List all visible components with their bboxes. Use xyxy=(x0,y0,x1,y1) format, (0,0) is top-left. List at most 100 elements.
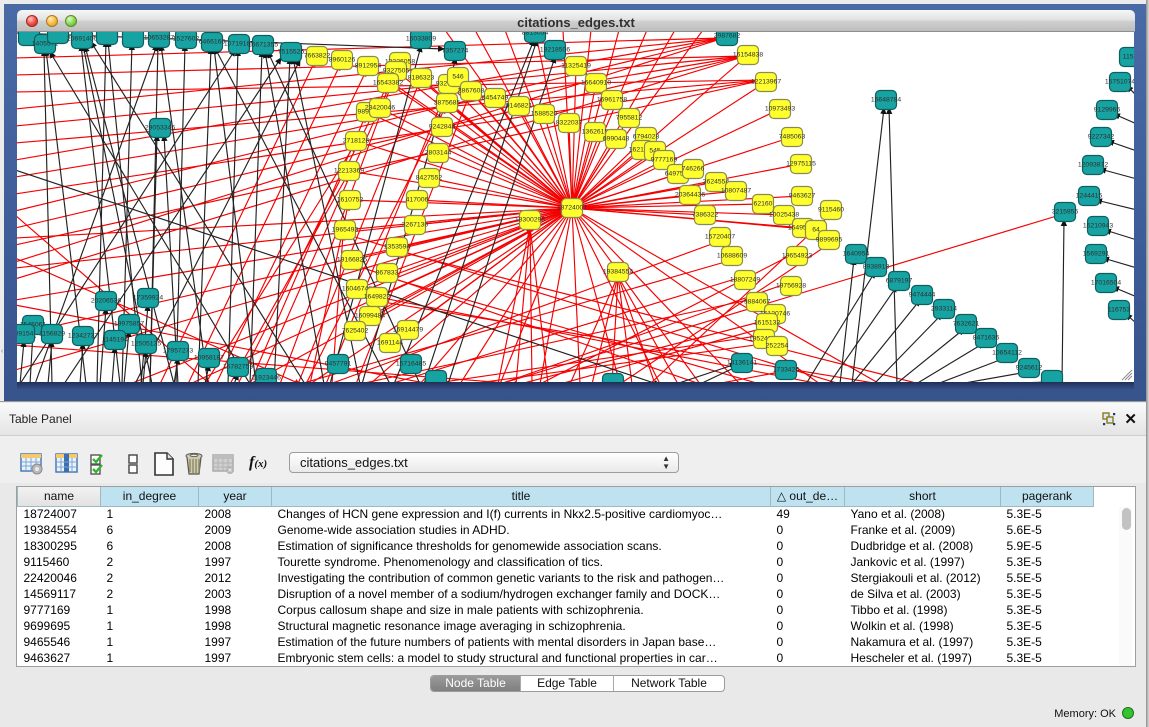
svg-text:16961758: 16961758 xyxy=(597,97,627,104)
svg-text:7663822: 7663822 xyxy=(304,53,331,60)
svg-text:7632621: 7632621 xyxy=(953,321,980,328)
svg-text:1145194: 1145194 xyxy=(102,337,128,344)
svg-text:12975115: 12975115 xyxy=(786,161,816,168)
svg-text:10958187: 10958187 xyxy=(194,355,224,362)
svg-text:14136141: 14136141 xyxy=(727,360,757,367)
svg-text:8471636: 8471636 xyxy=(973,335,1000,342)
svg-text:9899695: 9899695 xyxy=(816,237,843,244)
svg-text:9242848: 9242848 xyxy=(429,124,456,131)
svg-text:23420046: 23420046 xyxy=(365,105,395,112)
svg-text:16782759: 16782759 xyxy=(223,364,253,371)
svg-text:12342737: 12342737 xyxy=(68,333,98,340)
svg-text:19218506: 19218506 xyxy=(540,47,570,54)
svg-text:546: 546 xyxy=(452,74,464,81)
svg-text:1733426: 1733426 xyxy=(773,367,800,374)
svg-text:16671355: 16671355 xyxy=(248,42,278,49)
svg-text:10653287: 10653287 xyxy=(144,35,174,42)
svg-text:7357274: 7357274 xyxy=(442,48,469,55)
svg-text:10973493: 10973493 xyxy=(765,106,795,113)
svg-text:3267130: 3267130 xyxy=(402,222,429,229)
svg-text:1353594: 1353594 xyxy=(384,244,411,251)
svg-text:2933114: 2933114 xyxy=(931,306,957,313)
svg-text:867833: 867833 xyxy=(376,270,399,277)
svg-text:6879197: 6879197 xyxy=(886,278,913,285)
svg-text:9227342: 9227342 xyxy=(1088,134,1115,141)
svg-text:19384554: 19384554 xyxy=(603,269,633,276)
svg-text:10807487: 10807487 xyxy=(721,188,751,195)
svg-text:10654112: 10654112 xyxy=(992,350,1022,357)
svg-text:39154: 39154 xyxy=(17,331,34,338)
svg-text:17016504: 17016504 xyxy=(1091,280,1121,287)
svg-text:8322037: 8322037 xyxy=(556,120,583,127)
svg-text:2867608: 2867608 xyxy=(458,88,485,95)
svg-text:1244415: 1244415 xyxy=(1076,193,1103,200)
svg-text:16640910: 16640910 xyxy=(581,80,611,87)
svg-text:9115460: 9115460 xyxy=(818,207,844,214)
svg-text:7515526: 7515526 xyxy=(278,49,305,56)
svg-text:15751074: 15751074 xyxy=(1105,79,1134,86)
svg-text:29053346: 29053346 xyxy=(145,125,175,132)
svg-text:1691144: 1691144 xyxy=(377,340,403,347)
svg-text:6466160: 6466160 xyxy=(199,39,226,46)
svg-text:2718126: 2718126 xyxy=(343,138,370,145)
svg-text:9474444: 9474444 xyxy=(909,292,936,299)
svg-text:8186323: 8186323 xyxy=(408,75,435,82)
svg-text:746266: 746266 xyxy=(682,166,705,173)
svg-text:16154838: 16154838 xyxy=(733,52,763,59)
svg-text:1527602: 1527602 xyxy=(173,36,200,43)
svg-text:12213369: 12213369 xyxy=(334,168,364,175)
svg-text:1569291: 1569291 xyxy=(1083,251,1110,258)
svg-text:16648784: 16648784 xyxy=(871,97,901,104)
svg-text:10688609: 10688609 xyxy=(717,253,747,260)
svg-text:1649822: 1649822 xyxy=(364,294,391,301)
svg-text:7625402: 7625402 xyxy=(342,328,369,335)
svg-text:116753: 116753 xyxy=(1108,307,1130,314)
svg-text:18300295: 18300295 xyxy=(515,217,545,224)
svg-text:15716485: 15716485 xyxy=(396,361,426,368)
svg-text:1965493: 1965493 xyxy=(332,227,359,234)
svg-text:1615132: 1615132 xyxy=(754,320,781,327)
svg-text:11325419: 11325419 xyxy=(561,63,591,70)
svg-text:7386322: 7386322 xyxy=(692,212,719,219)
svg-text:9457791: 9457791 xyxy=(325,361,352,368)
svg-text:17359924: 17359924 xyxy=(133,295,163,302)
svg-text:18807249: 18807249 xyxy=(730,277,760,284)
svg-text:19166825: 19166825 xyxy=(337,257,367,264)
svg-text:20691406: 20691406 xyxy=(67,36,97,43)
svg-text:16099484: 16099484 xyxy=(355,313,385,320)
svg-text:16210943: 16210943 xyxy=(1083,223,1113,230)
svg-text:19975857: 19975857 xyxy=(114,321,144,328)
svg-text:11923446: 11923446 xyxy=(251,375,281,382)
svg-text:1640954: 1640954 xyxy=(843,251,870,258)
svg-text:417006: 417006 xyxy=(406,197,429,204)
svg-text:12213967: 12213967 xyxy=(751,79,781,86)
svg-text:9777169: 9777169 xyxy=(651,157,678,164)
svg-text:1610752: 1610752 xyxy=(337,197,364,204)
svg-text:6794028: 6794028 xyxy=(633,134,660,141)
svg-text:16914479: 16914479 xyxy=(393,327,423,334)
svg-text:19756928: 19756928 xyxy=(776,283,806,290)
svg-text:9463627: 9463627 xyxy=(789,193,816,200)
svg-text:6990448: 6990448 xyxy=(603,136,630,143)
svg-text:20364436: 20364436 xyxy=(675,192,705,199)
svg-text:1151: 1151 xyxy=(1123,54,1134,61)
svg-text:7955812: 7955812 xyxy=(616,115,643,122)
svg-text:2803144: 2803144 xyxy=(425,150,452,157)
svg-text:15720407: 15720407 xyxy=(705,234,735,241)
svg-text:12505135: 12505135 xyxy=(131,341,161,348)
svg-text:8813054: 8813054 xyxy=(522,32,549,37)
svg-text:1156829: 1156829 xyxy=(39,331,65,338)
svg-text:16543382: 16543382 xyxy=(373,80,403,87)
svg-text:9146821: 9146821 xyxy=(506,103,533,110)
svg-text:17957273: 17957273 xyxy=(163,348,193,355)
svg-text:252254: 252254 xyxy=(766,343,789,350)
svg-text:18724007: 18724007 xyxy=(557,205,587,212)
svg-text:12093872: 12093872 xyxy=(1078,162,1108,169)
svg-text:8960126: 8960126 xyxy=(329,57,356,64)
svg-text:8427552: 8427552 xyxy=(416,175,443,182)
svg-text:19654923: 19654923 xyxy=(782,253,812,260)
svg-text:1588520: 1588520 xyxy=(531,111,558,118)
svg-text:10025438: 10025438 xyxy=(769,212,799,219)
svg-text:3215955: 3215955 xyxy=(1052,209,1079,216)
svg-text:8938913: 8938913 xyxy=(863,264,890,271)
